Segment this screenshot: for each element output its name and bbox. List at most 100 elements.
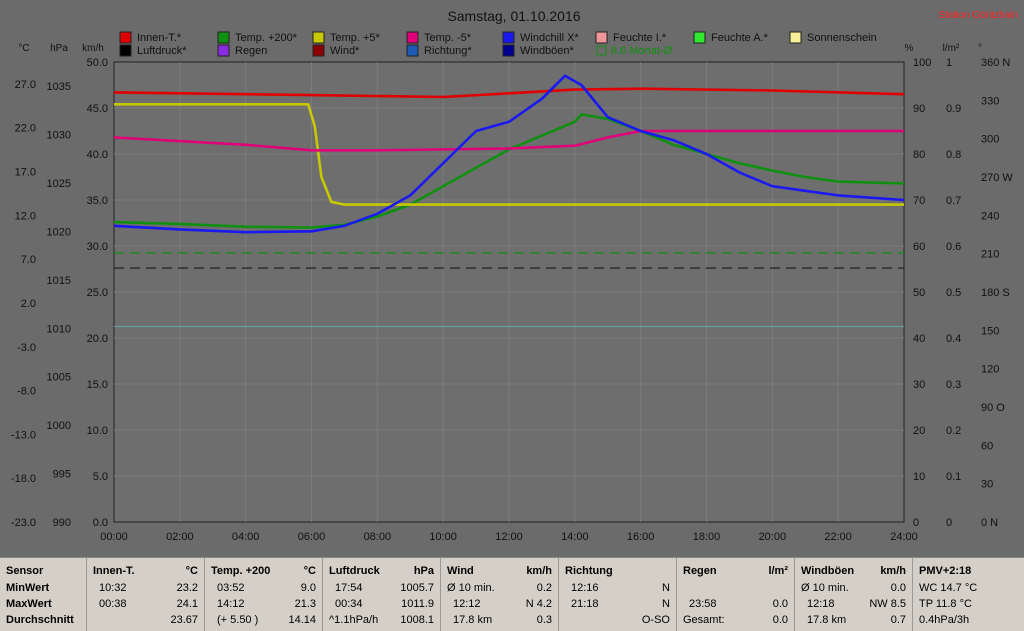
rain-tick-label: 0.5 xyxy=(946,287,961,299)
stats-value: 0.7 xyxy=(890,614,906,626)
direction-axis-unit: ° xyxy=(978,43,982,54)
wind-tick-label: 0.0 xyxy=(93,517,108,529)
stats-header: Regen xyxy=(683,565,717,577)
x-tick-label: 16:00 xyxy=(627,531,655,543)
legend-swatch xyxy=(406,44,419,57)
humidity-tick-label: 50 xyxy=(913,287,925,299)
legend-label: Sonnenschein xyxy=(807,32,877,44)
humidity-tick-label: 0 xyxy=(913,517,919,529)
legend-label: Innen-T.* xyxy=(137,32,182,44)
pressure-tick-label: 1005 xyxy=(47,372,71,384)
legend-swatch xyxy=(406,31,419,44)
stats-time: 12:18 xyxy=(807,598,835,610)
stats-value: 21.3 xyxy=(294,598,316,610)
wind-axis-unit: km/h xyxy=(82,43,104,54)
stats-time: 12:12 xyxy=(453,598,481,610)
humidity-tick-label: 20 xyxy=(913,425,925,437)
stats-value: N xyxy=(662,598,670,610)
temp-tick-label: -8.0 xyxy=(17,386,36,398)
humidity-tick-label: 80 xyxy=(913,149,925,161)
stats-value: 0.0 xyxy=(890,582,906,594)
wind-tick-label: 20.0 xyxy=(87,333,108,345)
humidity-tick-label: 60 xyxy=(913,241,925,253)
legend-swatch xyxy=(789,31,802,44)
stats-time: Ø 10 min. xyxy=(801,582,849,594)
legend-swatch xyxy=(217,44,230,57)
stats-value: TP 11.8 °C xyxy=(919,598,972,610)
wind-tick-label: 25.0 xyxy=(87,287,108,299)
stats-time: 23:58 xyxy=(689,598,717,610)
stats-col-temp200: Temp. +200 °C 03:52 9.0 14:12 21.3 (+ 5.… xyxy=(205,558,323,631)
statistics-panel: Sensor MinWert MaxWert Durchschnitt Inne… xyxy=(0,557,1024,631)
legend-label: Temp. -5* xyxy=(424,32,472,44)
legend-label: Regen xyxy=(235,45,267,57)
stats-unit: l/m² xyxy=(768,565,788,577)
stats-row-label: MaxWert xyxy=(6,598,52,610)
pressure-axis-unit: hPa xyxy=(50,43,68,54)
legend-swatch xyxy=(312,31,325,44)
direction-tick-label: 330 xyxy=(981,95,999,107)
wind-tick-label: 5.0 xyxy=(93,471,108,483)
pressure-tick-label: 990 xyxy=(53,517,71,529)
x-tick-label: 18:00 xyxy=(693,531,721,543)
wind-tick-label: 40.0 xyxy=(87,149,108,161)
weather-chart: Samstag, 01.10.2016 Station Göritzhain I… xyxy=(0,0,1024,557)
stats-col-sensor: Sensor MinWert MaxWert Durchschnitt xyxy=(0,558,87,631)
stats-row-label: Durchschnitt xyxy=(6,614,74,626)
legend-label: Windböen* xyxy=(520,45,575,57)
x-tick-label: 24:00 xyxy=(890,531,918,543)
temp-tick-label: 22.0 xyxy=(15,123,36,135)
direction-tick-label: 240 xyxy=(981,210,999,222)
humidity-tick-label: 70 xyxy=(913,195,925,207)
stats-time: 03:52 xyxy=(217,582,245,594)
stats-unit: °C xyxy=(303,565,316,577)
stats-value: 0.4hPa/3h xyxy=(919,614,970,626)
stats-time: ^1.1hPa/h xyxy=(329,614,379,626)
humidity-tick-label: 10 xyxy=(913,471,925,483)
stats-col-wind: Wind km/h Ø 10 min. 0.2 12:12 N 4.2 17.8… xyxy=(441,558,559,631)
stats-col-direction: Richtung 12:16 N 21:18 N O-SO xyxy=(559,558,677,631)
x-tick-label: 10:00 xyxy=(429,531,457,543)
rain-tick-label: 0.2 xyxy=(946,425,961,437)
direction-tick-label: 270 W xyxy=(981,172,1013,184)
humidity-tick-label: 40 xyxy=(913,333,925,345)
wind-tick-label: 50.0 xyxy=(87,57,108,69)
pressure-tick-label: 1035 xyxy=(47,81,71,93)
stats-value: O-SO xyxy=(641,614,670,626)
direction-tick-label: 210 xyxy=(981,249,999,261)
stats-value: 0.3 xyxy=(536,614,552,626)
rain-tick-label: 0.4 xyxy=(946,333,961,345)
x-tick-label: 04:00 xyxy=(232,531,260,543)
legend-label: Windchill X* xyxy=(520,32,579,44)
stats-time: 21:18 xyxy=(571,598,599,610)
legend-swatch xyxy=(217,31,230,44)
wind-tick-label: 30.0 xyxy=(87,241,108,253)
stats-header: PMV+2:18 xyxy=(919,565,972,577)
rain-axis-unit: l/m² xyxy=(943,43,960,54)
temp-tick-label: -23.0 xyxy=(11,517,36,529)
x-tick-label: 20:00 xyxy=(759,531,787,543)
stats-time: 17:54 xyxy=(335,582,363,594)
rain-tick-label: 0 xyxy=(946,517,952,529)
wind-tick-label: 15.0 xyxy=(87,379,108,391)
pressure-tick-label: 1020 xyxy=(47,226,71,238)
stats-col-gust: Windböen km/h Ø 10 min. 0.0 12:18 NW 8.5… xyxy=(795,558,913,631)
rain-tick-label: 0.6 xyxy=(946,241,961,253)
wind-tick-label: 10.0 xyxy=(87,425,108,437)
x-tick-label: 00:00 xyxy=(100,531,128,543)
legend-label: 8.6 Monat-Ø xyxy=(611,45,673,57)
legend-swatch xyxy=(312,44,325,57)
temp-tick-label: 7.0 xyxy=(21,254,36,266)
pressure-tick-label: 1030 xyxy=(47,130,71,142)
legend-label: Feuchte I.* xyxy=(613,32,667,44)
temp-tick-label: 12.0 xyxy=(15,210,36,222)
stats-value: 23.2 xyxy=(176,582,198,594)
legend-swatch xyxy=(119,44,132,57)
stats-col-pmv: PMV+2:18 WC 14.7 °C TP 11.8 °C 0.4hPa/3h xyxy=(913,558,1024,631)
legend-label: Feuchte A.* xyxy=(711,32,769,44)
stats-time: 00:34 xyxy=(335,598,363,610)
x-tick-label: 22:00 xyxy=(824,531,852,543)
stats-value: 24.1 xyxy=(176,598,198,610)
pressure-tick-label: 1025 xyxy=(47,178,71,190)
pressure-tick-label: 1015 xyxy=(47,275,71,287)
